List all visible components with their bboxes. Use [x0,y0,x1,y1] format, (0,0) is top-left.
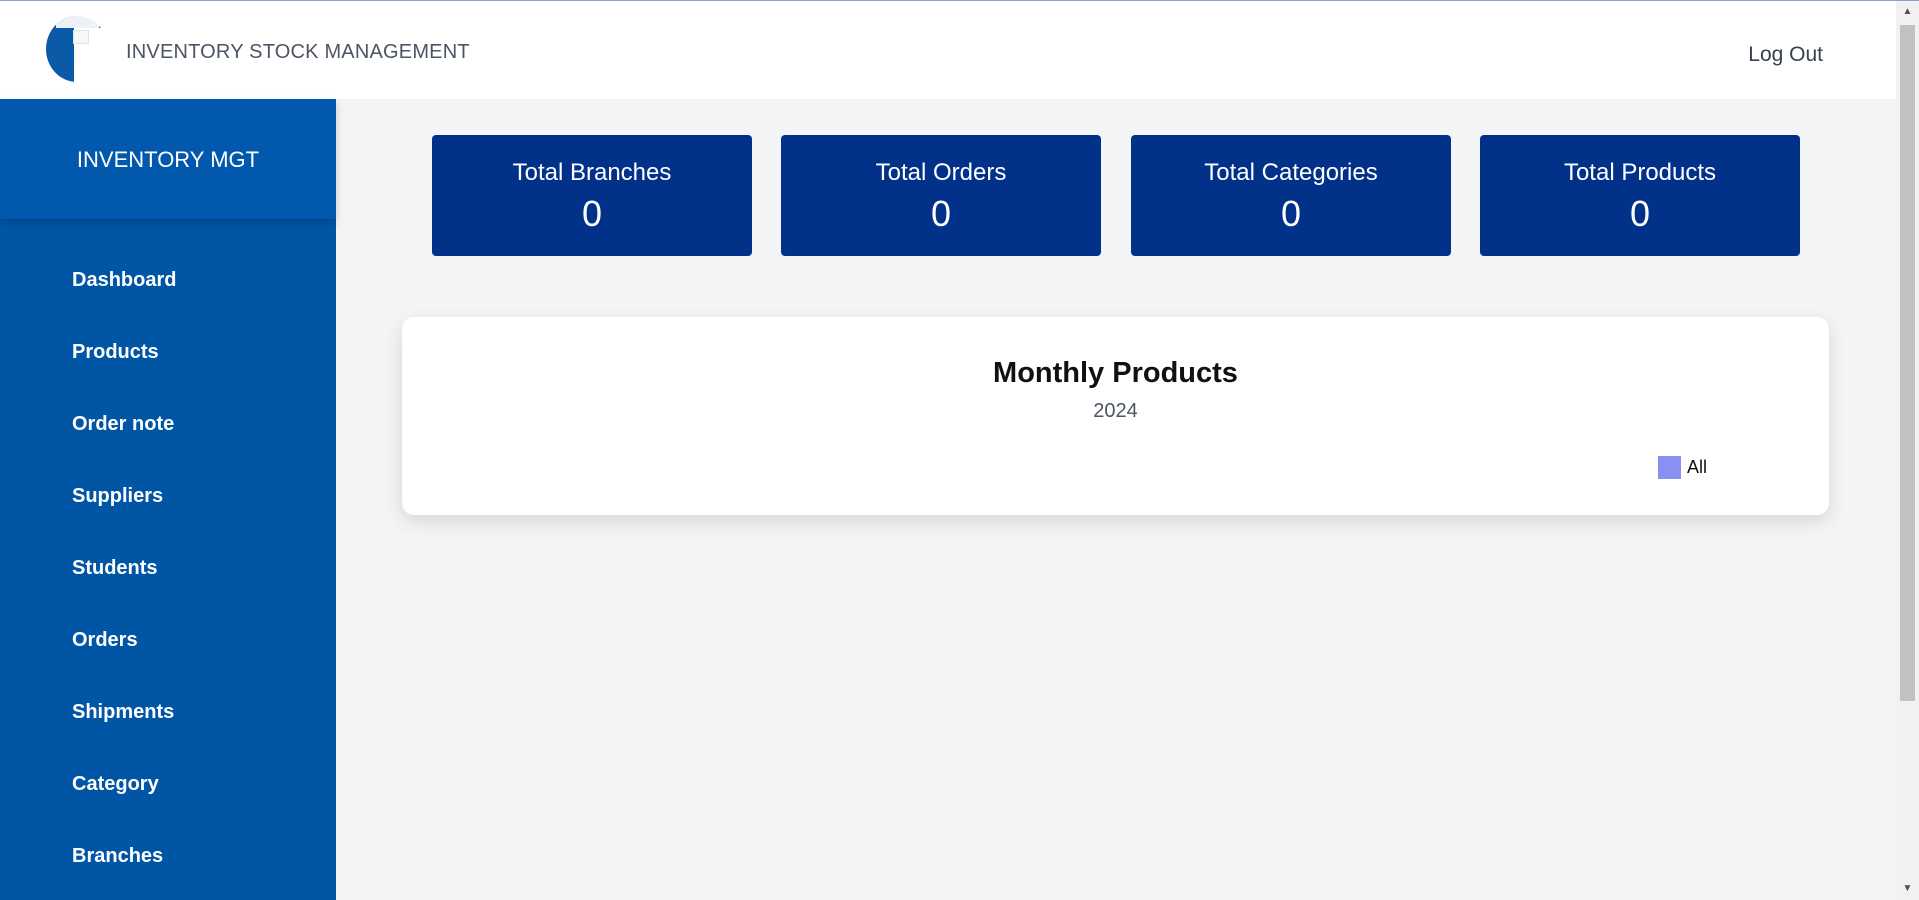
chart-title: Monthly Products [993,357,1238,389]
app-title: INVENTORY STOCK MANAGEMENT [126,41,470,63]
stat-label: Total Branches [512,159,672,186]
sidebar-item-products[interactable]: Products [72,341,159,364]
stat-value: 0 [1280,193,1302,234]
sidebar-item-shipments[interactable]: Shipments [72,701,174,724]
stat-card-orders: Total Orders 0 [781,135,1101,256]
app-logo [46,16,108,82]
legend-swatch [1658,456,1681,479]
sidebar-item-dashboard[interactable]: Dashboard [72,269,176,292]
stat-label: Total Products [1563,159,1717,186]
stat-card-categories: Total Categories 0 [1131,135,1451,256]
vertical-scrollbar[interactable]: ▲ ▼ [1896,1,1919,900]
scrollbar-thumb[interactable] [1900,25,1915,701]
stat-value: 0 [1629,193,1651,234]
monthly-products-chart: Monthly Products 2024 All [402,317,1829,515]
sidebar-item-students[interactable]: Students [72,557,158,580]
stat-card-branches: Total Branches 0 [432,135,752,256]
sidebar-item-suppliers[interactable]: Suppliers [72,485,163,508]
top-header: INVENTORY STOCK MANAGEMENT Log Out [0,1,1896,99]
scroll-up-arrow-icon[interactable]: ▲ [1896,3,1919,21]
stat-label: Total Orders [875,159,1007,186]
scroll-down-arrow-icon[interactable]: ▼ [1896,880,1919,898]
sidebar-item-branches[interactable]: Branches [72,845,163,868]
stat-card-products: Total Products 0 [1480,135,1800,256]
stat-value: 0 [581,193,603,234]
sidebar-brand: INVENTORY MGT [76,147,260,172]
logout-button[interactable]: Log Out [1748,43,1823,67]
legend-label: All [1687,457,1708,477]
chart-subtitle: 2024 [1093,400,1138,422]
sidebar-item-category[interactable]: Category [72,773,159,796]
sidebar-header: INVENTORY MGT [0,99,336,219]
sidebar-item-orders[interactable]: Orders [72,629,138,652]
chart-legend-item-all[interactable]: All [1658,456,1707,479]
sidebar: INVENTORY MGT Dashboard Products Order n… [0,99,336,900]
stat-label: Total Categories [1204,159,1378,186]
sidebar-item-order-note[interactable]: Order note [72,413,174,436]
stat-value: 0 [930,193,952,234]
